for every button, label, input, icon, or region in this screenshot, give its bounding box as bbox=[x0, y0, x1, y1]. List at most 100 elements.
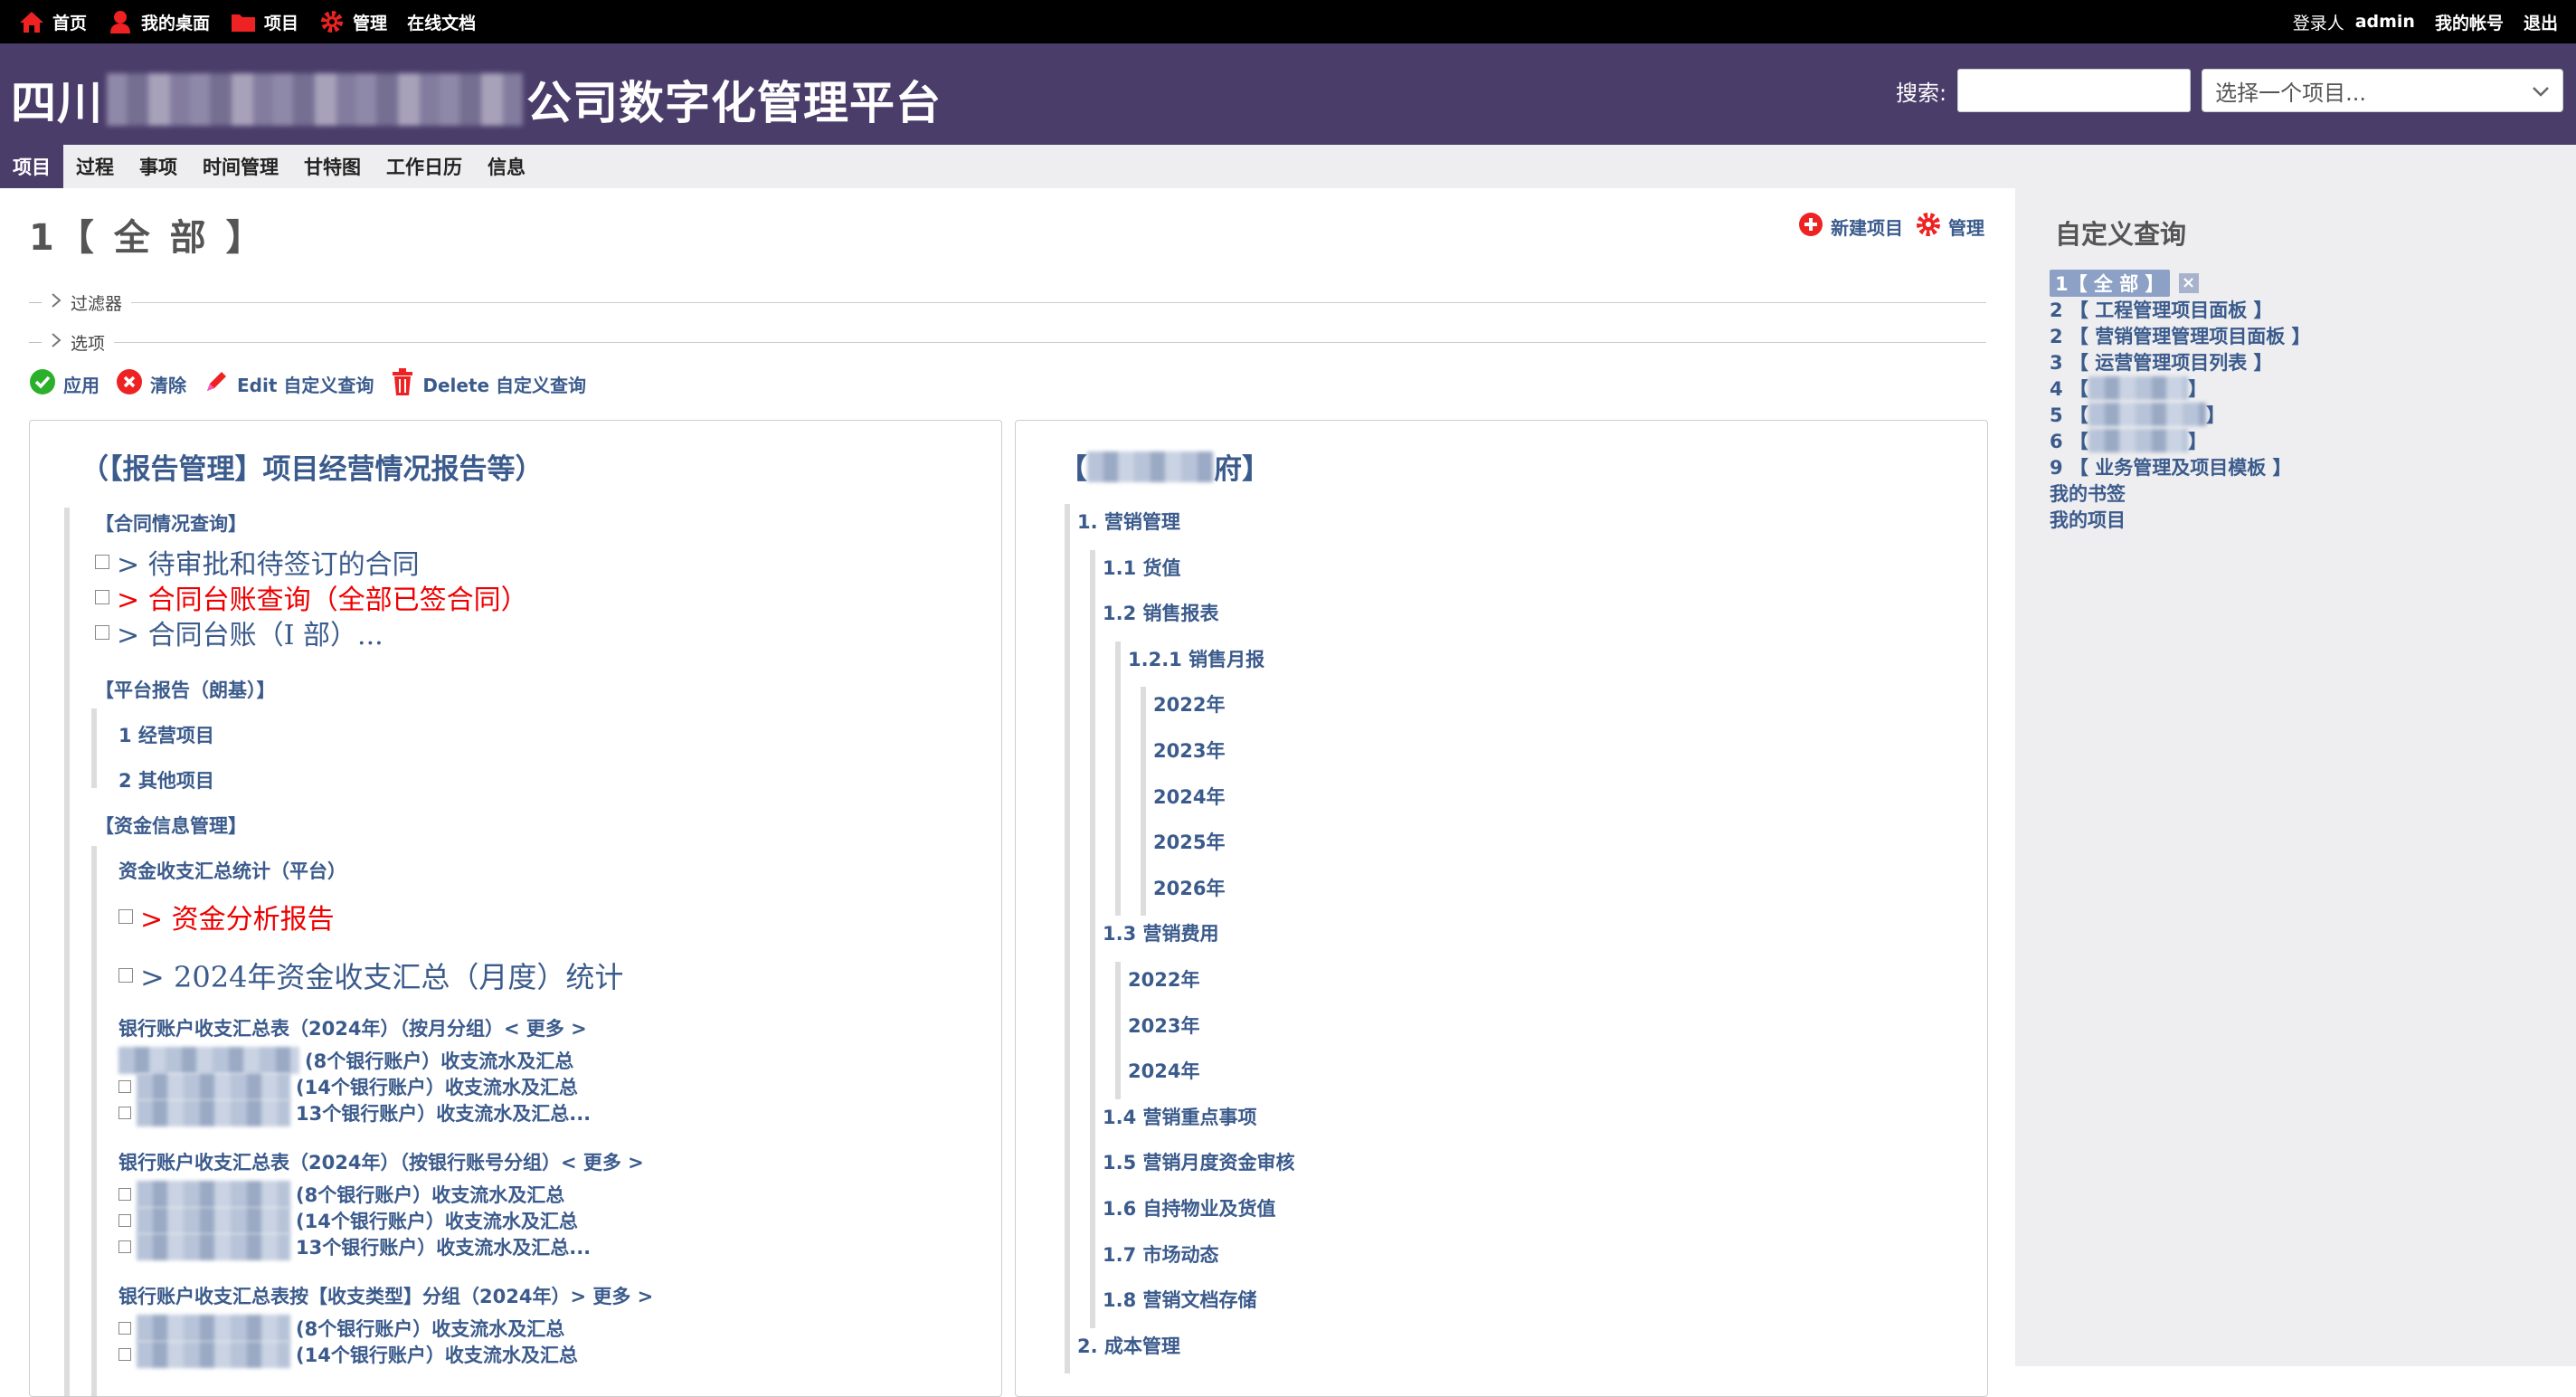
close-icon[interactable]: × bbox=[2178, 272, 2199, 293]
bank-row[interactable]: (8个银行账户）收支流水及汇总 bbox=[118, 1315, 564, 1342]
contract-heading[interactable]: 【合同情况查询】 bbox=[95, 509, 247, 537]
fund-heading[interactable]: 【资金信息管理】 bbox=[95, 812, 247, 839]
saved-query-label: 4 【 bbox=[2050, 377, 2088, 400]
project-jump-placeholder: 选择一个项目... bbox=[2215, 80, 2366, 106]
platform-item[interactable]: 1 经营项目 bbox=[118, 721, 214, 748]
wiki-indent-bar bbox=[91, 708, 97, 788]
contract-item[interactable]: > 待审批和待签订的合同 bbox=[95, 542, 420, 582]
apply-button[interactable]: 应用 bbox=[29, 368, 99, 400]
bank-row[interactable]: 13个银行账户）收支流水及汇总... bbox=[118, 1099, 591, 1126]
saved-query-item[interactable]: 4 【 】 bbox=[2050, 375, 2311, 401]
saved-query-item[interactable]: 2 【 工程管理项目面板 】 bbox=[2050, 296, 2311, 322]
saved-query-item[interactable]: 9 【 业务管理及项目模板 】 bbox=[2050, 453, 2311, 480]
filters-legend[interactable]: 过滤器 bbox=[29, 290, 122, 315]
contract-item[interactable]: > 合同台账查询（全部已签合同） bbox=[95, 577, 528, 617]
project-tree-item[interactable]: 1.5 营销月度资金审核 bbox=[1103, 1148, 1295, 1175]
my-account-link[interactable]: 我的帐号 bbox=[2435, 10, 2504, 34]
search-input[interactable] bbox=[1957, 69, 2192, 112]
project-tree-item[interactable]: 2024年 bbox=[1153, 783, 1225, 810]
contract-item-label: > 待审批和待签订的合同 bbox=[117, 549, 420, 581]
top-menu-admin[interactable]: 管理 bbox=[318, 8, 387, 35]
fund-subheading[interactable]: 资金收支汇总统计（平台） bbox=[118, 857, 346, 884]
bank-row[interactable]: (14个银行账户）收支流水及汇总 bbox=[118, 1073, 578, 1100]
tab-projects[interactable]: 项目 bbox=[0, 145, 63, 188]
tab-gantt[interactable]: 甘特图 bbox=[291, 145, 374, 188]
filters-fieldset[interactable]: 过滤器 bbox=[29, 284, 1986, 320]
platform-heading[interactable]: 【平台报告（朗基）】 bbox=[95, 676, 276, 703]
bank-month-heading[interactable]: 银行账户收支汇总表（2024年）（按月分组）< 更多 > bbox=[118, 1014, 587, 1041]
project-tree-item[interactable]: 2023年 bbox=[1153, 737, 1225, 764]
saved-query-item[interactable]: 6 【 】 bbox=[2050, 427, 2311, 453]
saved-query-item[interactable]: 3 【 运营管理项目列表 】 bbox=[2050, 348, 2311, 375]
platform-item[interactable]: 2 其他项目 bbox=[118, 766, 214, 794]
bank-row-label: (8个银行账户）收支流水及汇总 bbox=[305, 1050, 574, 1072]
project-tree-item[interactable]: 1.6 自持物业及货值 bbox=[1103, 1194, 1276, 1221]
saved-query-item[interactable]: 1【 全 部 】 × bbox=[2050, 269, 2311, 297]
project-tree-item[interactable]: 1.1 货值 bbox=[1103, 554, 1181, 581]
project-tree-item[interactable]: 1.2.1 销售月报 bbox=[1128, 645, 1264, 672]
project-title[interactable]: 【 府】 bbox=[1059, 446, 1270, 487]
redacted-text bbox=[1087, 451, 1214, 482]
project-tree-item[interactable]: 2022年 bbox=[1128, 965, 1199, 993]
top-menu-projects[interactable]: 项目 bbox=[230, 8, 298, 35]
tab-time-tracking[interactable]: 时间管理 bbox=[190, 145, 291, 188]
bank-row[interactable]: (14个银行账户）收支流水及汇总 bbox=[118, 1207, 578, 1234]
new-project-link[interactable]: 新建项目 bbox=[1798, 212, 1903, 242]
project-title[interactable]: （【报告管理】项目经营情况报告等） bbox=[80, 446, 544, 487]
external-link-icon bbox=[118, 1214, 131, 1227]
fund-item-label: > 资金分析报告 bbox=[140, 904, 335, 936]
bank-row[interactable]: (8个银行账户）收支流水及汇总 bbox=[118, 1181, 564, 1208]
project-tree-item[interactable]: 1.7 市场动态 bbox=[1103, 1240, 1219, 1268]
bank-row[interactable]: 13个银行账户）收支流水及汇总... bbox=[118, 1233, 591, 1260]
bank-row[interactable]: (8个银行账户）收支流水及汇总 bbox=[118, 1047, 573, 1074]
top-menu-home[interactable]: 首页 bbox=[18, 8, 87, 35]
tab-process[interactable]: 过程 bbox=[63, 145, 127, 188]
clear-button[interactable]: 清除 bbox=[116, 368, 186, 400]
bank-row[interactable]: (14个银行账户）收支流水及汇总 bbox=[118, 1341, 578, 1368]
tab-issues[interactable]: 事项 bbox=[127, 145, 190, 188]
external-link-icon bbox=[118, 909, 133, 924]
options-legend[interactable]: 选项 bbox=[29, 330, 105, 355]
project-jump-select[interactable]: 选择一个项目... bbox=[2202, 69, 2564, 112]
fund-item[interactable]: > 2024年资金收支汇总（月度）统计 bbox=[118, 955, 623, 996]
project-tree-item[interactable]: 2024年 bbox=[1128, 1057, 1199, 1084]
saved-query-label: 6 【 bbox=[2050, 430, 2088, 452]
logged-in-user[interactable]: admin bbox=[2355, 12, 2415, 32]
project-tree-item[interactable]: 1.2 销售报表 bbox=[1103, 599, 1219, 626]
tab-news[interactable]: 信息 bbox=[475, 145, 538, 188]
saved-query-item[interactable]: 5 【 】 bbox=[2050, 401, 2311, 427]
project-tree-item[interactable]: 2022年 bbox=[1153, 690, 1225, 718]
project-tree-item[interactable]: 1.3 营销费用 bbox=[1103, 919, 1219, 946]
logout-link[interactable]: 退出 bbox=[2524, 10, 2558, 34]
top-menu-online-docs[interactable]: 在线文档 bbox=[407, 10, 476, 34]
redacted-text bbox=[137, 1099, 290, 1126]
external-link-icon bbox=[95, 555, 109, 569]
apply-label: 应用 bbox=[63, 375, 99, 396]
options-fieldset[interactable]: 选项 bbox=[29, 324, 1986, 360]
filters-divider bbox=[131, 301, 1986, 303]
project-tree-item[interactable]: 2025年 bbox=[1153, 828, 1225, 855]
tab-calendar[interactable]: 工作日历 bbox=[374, 145, 475, 188]
project-tree-item[interactable]: 2026年 bbox=[1153, 874, 1225, 901]
my-projects-link[interactable]: 我的项目 bbox=[2050, 506, 2311, 532]
top-menu-my-page[interactable]: 我的桌面 bbox=[107, 8, 210, 35]
my-bookmarks-link[interactable]: 我的书签 bbox=[2050, 480, 2311, 506]
saved-query-label: 5 【 bbox=[2050, 404, 2088, 426]
redacted-text bbox=[137, 1073, 290, 1100]
saved-query-item[interactable]: 2 【 营销管理管理项目面板 】 bbox=[2050, 322, 2311, 348]
external-link-icon bbox=[118, 1322, 131, 1335]
edit-query-button[interactable]: Edit 自定义查询 bbox=[203, 368, 374, 400]
delete-query-button[interactable]: Delete 自定义查询 bbox=[390, 367, 586, 401]
bank-type-heading[interactable]: 银行账户收支汇总表按【收支类型】分组（2024年）> 更多 > bbox=[118, 1282, 653, 1309]
sidebar-title: 自定义查询 bbox=[2055, 219, 2187, 250]
site-title[interactable]: 四川 公司数字化管理平台 bbox=[11, 67, 942, 132]
project-tree-item[interactable]: 2. 成本管理 bbox=[1077, 1332, 1180, 1359]
fund-item[interactable]: > 资金分析报告 bbox=[118, 897, 335, 936]
project-tree-item[interactable]: 2023年 bbox=[1128, 1012, 1199, 1039]
project-tree-item[interactable]: 1.4 营销重点事项 bbox=[1103, 1103, 1257, 1130]
project-tree-item[interactable]: 1. 营销管理 bbox=[1077, 508, 1180, 535]
bank-account-heading[interactable]: 银行账户收支汇总表（2024年）（按银行账号分组）< 更多 > bbox=[118, 1148, 644, 1175]
manage-link[interactable]: 管理 bbox=[1916, 212, 1984, 242]
contract-item[interactable]: > 合同台账（Ⅰ 部）... bbox=[95, 613, 384, 652]
project-tree-item[interactable]: 1.8 营销文档存储 bbox=[1103, 1286, 1257, 1313]
